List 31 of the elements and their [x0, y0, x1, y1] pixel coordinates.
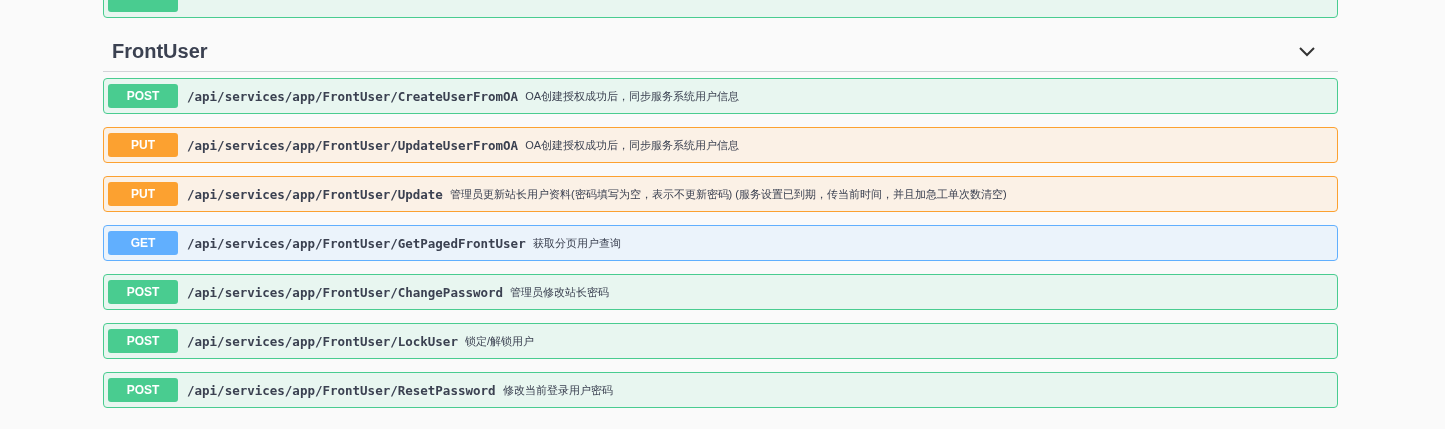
method-badge: POST	[108, 84, 178, 108]
endpoint-summary: OA创建授权成功后，同步服务系统用户信息	[525, 137, 740, 153]
endpoint-path: /api/services/app/FrontUser/GetPagedFrontUser	[187, 235, 526, 251]
endpoint-summary: 锁定/解锁用户	[464, 333, 534, 349]
endpoint-summary: OA创建授权成功后，同步服务系统用户信息	[525, 88, 740, 104]
endpoint-path: /api/services/app/FrontUser/Update	[187, 186, 443, 202]
endpoint-path: /api/services/app/FrontUser/CreateUserFromOA	[187, 88, 519, 104]
endpoint-summary: 修改当前登录用户密码	[502, 382, 613, 398]
method-badge: POST	[108, 329, 178, 353]
operation-row[interactable]: POST /api/services/app/FrontUser/ChangePassword 管理员修改站长密码	[103, 274, 1338, 310]
method-badge: PUT	[108, 182, 178, 206]
method-badge: POST	[108, 280, 178, 304]
endpoint-path: /api/services/app/FrontUser/ResetPassword	[187, 382, 496, 398]
endpoint-summary: 管理员更新站长用户资料(密码填写为空，表示不更新密码) (服务设置已到期，传当前时间，并且加急工单次数清空)	[449, 186, 1007, 202]
section-header[interactable]: FrontUser	[103, 18, 1338, 72]
method-badge: POST	[108, 378, 178, 402]
section-title: FrontUser	[112, 40, 208, 63]
operation-row[interactable]: POST /api/services/app/FrontUser/CreateUserFromOA OA创建授权成功后，同步服务系统用户信息	[103, 78, 1338, 114]
endpoint-summary: 获取分页用户查询	[532, 235, 621, 251]
endpoint-path: /api/services/app/FrontUser/UpdateUserFromOA	[187, 137, 519, 153]
operation-row[interactable]: POST /api/services/app/FrontUser/LockUser 锁定/解锁用户	[103, 323, 1338, 359]
method-badge: PUT	[108, 133, 178, 157]
operation-row[interactable]: POST /api/services/app/FrontUser/ResetPassword 修改当前登录用户密码	[103, 372, 1338, 408]
operation-row[interactable]: GET /api/services/app/FrontUser/GetPagedFrontUser 获取分页用户查询	[103, 225, 1338, 261]
operation-row[interactable]: PUT /api/services/app/FrontUser/UpdateUserFromOA OA创建授权成功后，同步服务系统用户信息	[103, 127, 1338, 163]
method-badge: GET	[108, 231, 178, 255]
operation-row[interactable]: PUT /api/services/app/FrontUser/Update 管理员更新站长用户资料(密码填写为空，表示不更新密码) (服务设置已到期，传当前时间，并且加急工单次数清空)	[103, 176, 1338, 212]
chevron-icon[interactable]	[1298, 45, 1316, 57]
endpoint-path: /api/services/app/FrontUser/LockUser	[187, 333, 458, 349]
endpoint-summary: 管理员修改站长密码	[510, 284, 610, 300]
endpoint-path: /api/services/app/FrontUser/ChangePassword	[187, 284, 504, 300]
